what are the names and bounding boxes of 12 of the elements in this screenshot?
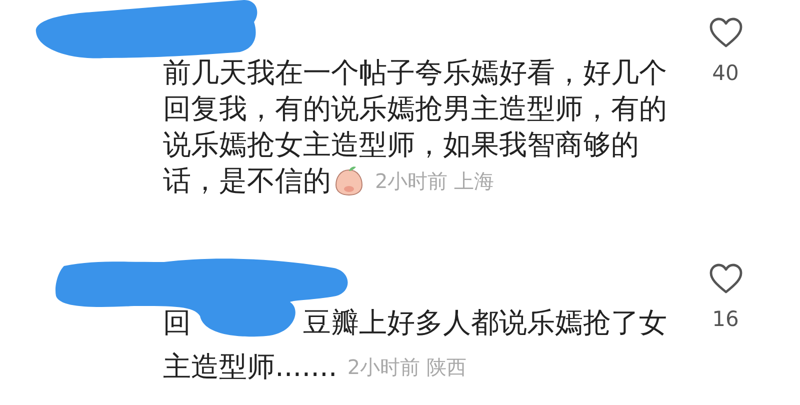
heart-icon[interactable]	[708, 17, 744, 49]
comment-meta: 2小时前 陕西	[347, 354, 466, 381]
heart-icon[interactable]	[708, 263, 744, 295]
comment-line: 主造型师.......	[163, 349, 338, 385]
comment-line: 话，是不信的	[163, 163, 331, 199]
comment-line: 说乐嫣抢女主造型师，如果我智商够的	[163, 127, 639, 163]
comment-line: 前几天我在一个帖子夸乐嫣好看，好几个	[163, 55, 667, 91]
comment-meta: 2小时前 上海	[375, 168, 494, 195]
comment-line: 回复我，有的说乐嫣抢男主造型师，有的	[163, 91, 667, 127]
like-count: 16	[712, 306, 739, 333]
comment-line: 回 豆瓣上好多人都说乐嫣抢了女	[163, 305, 667, 341]
like-count: 40	[712, 60, 739, 87]
